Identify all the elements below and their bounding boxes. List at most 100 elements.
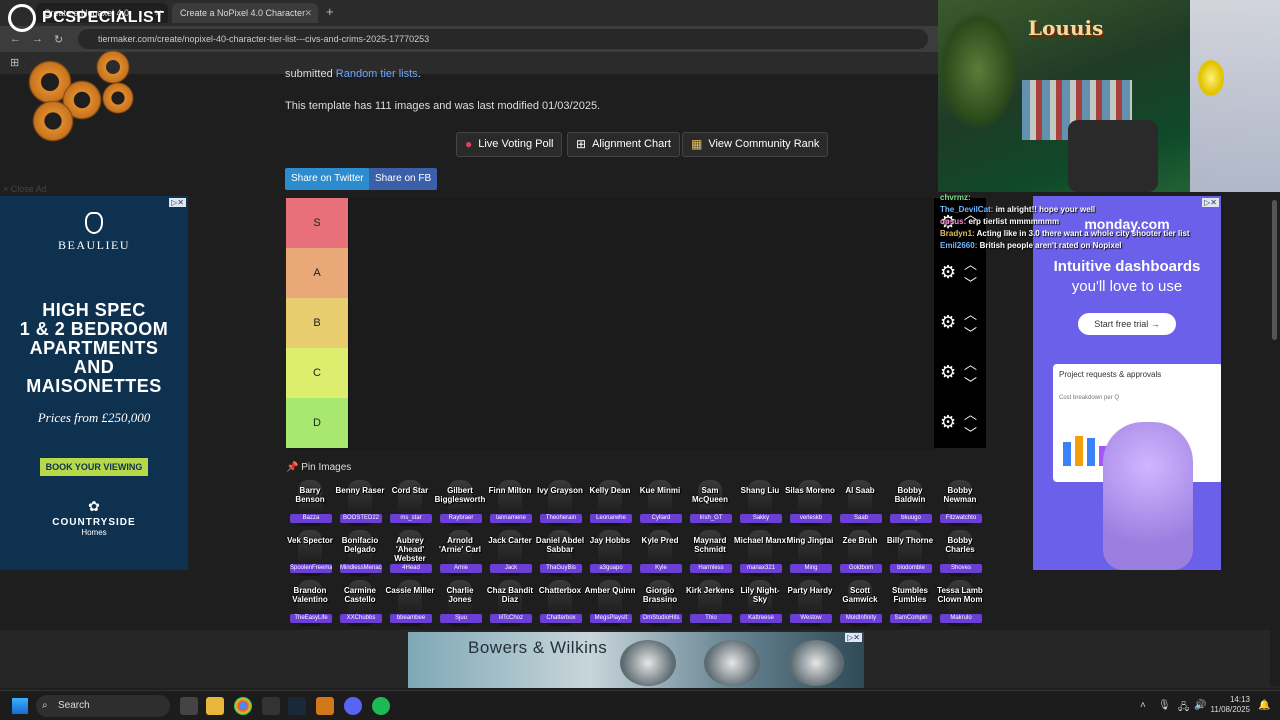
- random-tier-lists-link[interactable]: Random tier lists: [336, 68, 418, 80]
- ad-info-icon[interactable]: ▷✕: [845, 633, 862, 642]
- character-card[interactable]: Cassie Miller bbeambee: [386, 578, 434, 628]
- network-icon[interactable]: 🖧: [1178, 700, 1189, 717]
- character-card[interactable]: Bonifacio Delgado MindlessMenace: [336, 528, 384, 578]
- close-tab-icon[interactable]: ✕: [304, 3, 312, 23]
- app-icon[interactable]: [262, 697, 280, 715]
- character-card[interactable]: Maynard Schmidt Harmless: [686, 528, 734, 578]
- steam-icon[interactable]: [288, 697, 306, 715]
- live-voting-poll-button[interactable]: ● Live Voting Poll: [456, 132, 563, 157]
- notification-icon[interactable]: 🔔: [1258, 700, 1270, 711]
- move-tier-up-icon[interactable]: ︿: [964, 304, 977, 323]
- character-card[interactable]: Giorgio Brassino OmStudioHits: [636, 578, 684, 628]
- character-card[interactable]: Ming Jingtai Ming: [786, 528, 834, 578]
- ad-info-icon[interactable]: ▷✕: [169, 198, 186, 207]
- close-ad-link[interactable]: × Close Ad: [3, 184, 47, 194]
- character-card[interactable]: Michael Manx manax321: [734, 528, 786, 578]
- character-card[interactable]: Daniel Abdel Sabbar ThaGuyBis: [536, 528, 584, 578]
- character-card[interactable]: Jack Carter Jack: [486, 528, 534, 578]
- new-tab-button[interactable]: +: [326, 4, 334, 19]
- back-icon[interactable]: ←: [10, 33, 21, 45]
- character-card[interactable]: Chatterbox Chatterbox: [536, 578, 584, 628]
- character-card[interactable]: Jay Hobbs a3guapo: [586, 528, 634, 578]
- tier-label[interactable]: A: [286, 248, 348, 298]
- character-card[interactable]: Kue Minmi Cyllard: [636, 478, 684, 528]
- move-tier-up-icon[interactable]: ︿: [964, 354, 977, 373]
- character-card[interactable]: Carmine Castello XXChubbs: [336, 578, 384, 628]
- tier-drop-zone[interactable]: [348, 248, 934, 298]
- character-card[interactable]: Arnold 'Arnie' Carl Arnie: [436, 528, 484, 578]
- character-card[interactable]: Kyle Pred Kyle: [636, 528, 684, 578]
- character-card[interactable]: Finn Milton lannamene: [486, 478, 534, 528]
- right-banner-ad[interactable]: ▷✕ monday.com Intuitive dashboards you'l…: [1033, 196, 1221, 570]
- character-card[interactable]: Party Hardy Westow: [786, 578, 834, 628]
- character-card[interactable]: Zee Bruh Goldbom: [836, 528, 884, 578]
- file-explorer-icon[interactable]: [206, 697, 224, 715]
- pin-images-toggle[interactable]: 📌 Pin Images: [286, 462, 351, 473]
- tier-drop-zone[interactable]: [348, 198, 934, 248]
- book-viewing-button[interactable]: BOOK YOUR VIEWING: [39, 458, 149, 476]
- alignment-chart-button[interactable]: ⊞ Alignment Chart: [567, 132, 680, 157]
- tier-label[interactable]: C: [286, 348, 348, 398]
- scrollbar-thumb[interactable]: [1272, 200, 1277, 340]
- tier-label[interactable]: B: [286, 298, 348, 348]
- chrome-icon[interactable]: [234, 697, 252, 715]
- tier-settings-gear-icon[interactable]: ⚙: [940, 312, 956, 333]
- character-card[interactable]: Brandon Valentino TheEasyLife: [286, 578, 334, 628]
- character-card[interactable]: Lily Night-Sky Kattreese: [736, 578, 784, 628]
- bottom-banner-ad[interactable]: Bowers & Wilkins ▷✕: [408, 632, 864, 688]
- character-card[interactable]: Charlie Jones Sjuu: [436, 578, 484, 628]
- reload-icon[interactable]: ↻: [54, 33, 63, 46]
- move-tier-up-icon[interactable]: ︿: [964, 404, 977, 423]
- microphone-icon[interactable]: 🎙: [1158, 700, 1171, 711]
- character-card[interactable]: Benny Raser BOOSTED22: [336, 478, 384, 528]
- tray-chevron-icon[interactable]: ˄: [1140, 700, 1146, 711]
- character-card[interactable]: Al Saab Saab: [836, 478, 884, 528]
- character-card[interactable]: Sam McQueen Irish_GT: [686, 478, 734, 528]
- move-tier-down-icon[interactable]: ﹀: [964, 373, 977, 392]
- character-card[interactable]: Barry Benson Bazza: [286, 478, 334, 528]
- taskbar-search[interactable]: ⌕ Search: [36, 695, 170, 717]
- character-card[interactable]: Chaz Bandit Diaz lilTcChoz: [486, 578, 534, 628]
- share-twitter-button[interactable]: Share on Twitter: [285, 168, 370, 190]
- tier-settings-gear-icon[interactable]: ⚙: [940, 262, 956, 283]
- character-card[interactable]: Stumbles Fumbles SamCompin: [886, 578, 934, 628]
- character-card[interactable]: Cord Star ms_star: [386, 478, 434, 528]
- discord-icon[interactable]: [344, 697, 362, 715]
- tier-label[interactable]: D: [286, 398, 348, 448]
- character-card[interactable]: Silas Moreno verleskb: [785, 478, 835, 528]
- character-card[interactable]: Amber Quinn MegsPlaysIt: [585, 578, 635, 628]
- view-community-rank-button[interactable]: ▦ View Community Rank: [682, 132, 829, 157]
- left-banner-ad[interactable]: ▷✕ BEAULIEU HIGH SPEC 1 & 2 BEDROOM APAR…: [0, 196, 188, 570]
- windows-start-icon[interactable]: [12, 698, 28, 714]
- app-icon[interactable]: [316, 697, 334, 715]
- move-tier-up-icon[interactable]: ︿: [964, 254, 977, 273]
- task-view-icon[interactable]: [180, 697, 198, 715]
- move-tier-down-icon[interactable]: ﹀: [964, 273, 977, 292]
- forward-icon[interactable]: →: [32, 33, 43, 45]
- character-card[interactable]: Tessa Lamb Clown Mom Makrulo: [936, 578, 984, 628]
- move-tier-down-icon[interactable]: ﹀: [964, 423, 977, 442]
- tier-settings-gear-icon[interactable]: ⚙: [940, 412, 956, 433]
- volume-icon[interactable]: 🔊: [1194, 700, 1206, 711]
- character-card[interactable]: Scott Gamwick MoldInfinity: [836, 578, 884, 628]
- character-card[interactable]: Bobby Baldwin bkuugo: [886, 478, 934, 528]
- tier-settings-gear-icon[interactable]: ⚙: [940, 362, 956, 383]
- character-card[interactable]: Billy Thorne blodomble: [886, 528, 934, 578]
- tier-drop-zone[interactable]: [348, 298, 934, 348]
- character-card[interactable]: Bobby Charles Shoves: [936, 528, 984, 578]
- apps-grid-icon[interactable]: ⊞: [10, 56, 19, 69]
- character-card[interactable]: Aubrey 'Ahead' Webster 4Head: [386, 528, 434, 578]
- character-card[interactable]: Shang Liu Sakky: [736, 478, 784, 528]
- tier-label[interactable]: S: [286, 198, 348, 248]
- character-card[interactable]: Bobby Newman Fitzwatchto: [936, 478, 984, 528]
- character-card[interactable]: Ivy Grayson Theoherain: [536, 478, 584, 528]
- url-input[interactable]: tiermaker.com/create/nopixel-40-characte…: [78, 29, 928, 49]
- taskbar-clock[interactable]: 14:13 11/08/2025: [1211, 695, 1250, 715]
- character-card[interactable]: Vek Spector SpoolenFreeman: [286, 528, 334, 578]
- character-card[interactable]: Kirk Jerkens Thio: [686, 578, 734, 628]
- share-facebook-button[interactable]: Share on FB: [369, 168, 438, 190]
- start-free-trial-button[interactable]: Start free trial →: [1078, 313, 1176, 335]
- page-scrollbar[interactable]: [1270, 196, 1280, 686]
- tier-drop-zone[interactable]: [348, 398, 934, 448]
- browser-tab-active[interactable]: Create a NoPixel 4.0 Character ✕: [172, 3, 318, 23]
